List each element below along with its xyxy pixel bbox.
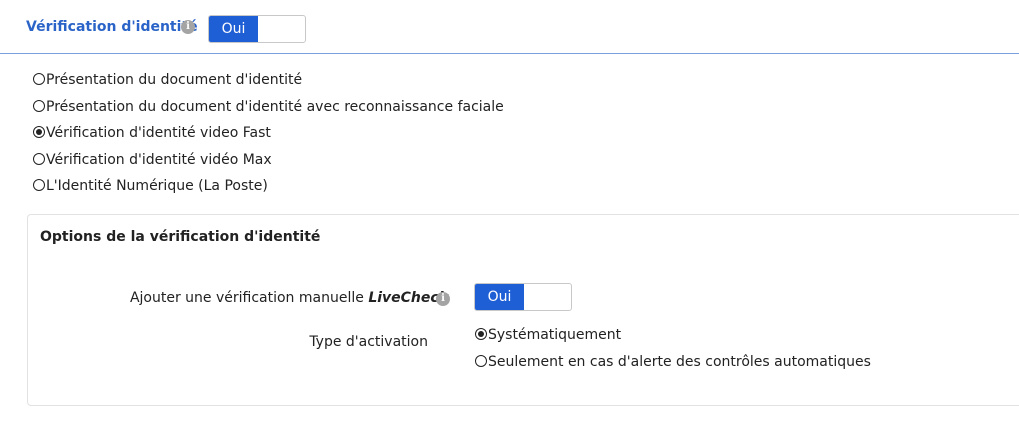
info-icon[interactable]: i: [181, 20, 195, 34]
livecheck-label-text: Ajouter une vérification manuelle: [129, 290, 369, 306]
verification-options-panel: Options de la vérification d'identité Aj…: [27, 214, 1019, 406]
activation-option-label: Seulement en cas d'alerte des contrôles …: [488, 353, 871, 370]
method-option-label: Présentation du document d'identité: [46, 72, 303, 88]
radio-icon[interactable]: [475, 354, 487, 367]
options-title: Options de la vérification d'identité: [40, 229, 321, 245]
radio-icon[interactable]: [33, 152, 45, 165]
identity-verification-header: Vérification d'identité i Oui: [0, 0, 1019, 54]
toggle-on-label: Oui: [475, 284, 524, 310]
activation-option-systematic[interactable]: Systématiquement: [475, 327, 871, 354]
activation-option-label: Systématiquement: [488, 327, 622, 343]
livecheck-toggle[interactable]: Oui: [474, 283, 572, 311]
activation-option-on-alert[interactable]: Seulement en cas d'alerte des contrôles …: [475, 354, 871, 381]
livecheck-label: Ajouter une vérification manuelle LiveCh…: [130, 290, 448, 306]
method-option-digital-identity[interactable]: L'Identité Numérique (La Poste): [33, 178, 504, 205]
radio-icon[interactable]: [33, 99, 45, 112]
activation-type-options: Systématiquement Seulement en cas d'aler…: [475, 327, 871, 380]
method-option-label: Présentation du document d'identité avec…: [46, 98, 504, 115]
page-title: Vérification d'identité: [26, 19, 198, 35]
method-option-label: L'Identité Numérique (La Poste): [46, 178, 268, 194]
method-option-video-max[interactable]: Vérification d'identité vidéo Max: [33, 152, 504, 179]
radio-icon[interactable]: [33, 179, 45, 191]
method-option-label: Vérification d'identité vidéo Max: [46, 151, 272, 168]
info-icon[interactable]: i: [436, 292, 450, 306]
method-option-video-fast[interactable]: Vérification d'identité video Fast: [33, 125, 504, 152]
radio-icon[interactable]: [33, 126, 45, 138]
identity-verification-toggle[interactable]: Oui: [208, 15, 306, 43]
activation-type-label: Type d'activation: [309, 334, 428, 350]
toggle-on-label: Oui: [209, 16, 258, 42]
method-option-document-facial[interactable]: Présentation du document d'identité avec…: [33, 99, 504, 126]
radio-icon[interactable]: [33, 73, 45, 85]
method-option-label: Vérification d'identité video Fast: [46, 125, 271, 141]
verification-method-list: Présentation du document d'identité Prés…: [33, 72, 504, 205]
method-option-document[interactable]: Présentation du document d'identité: [33, 72, 504, 99]
radio-icon[interactable]: [475, 328, 487, 340]
